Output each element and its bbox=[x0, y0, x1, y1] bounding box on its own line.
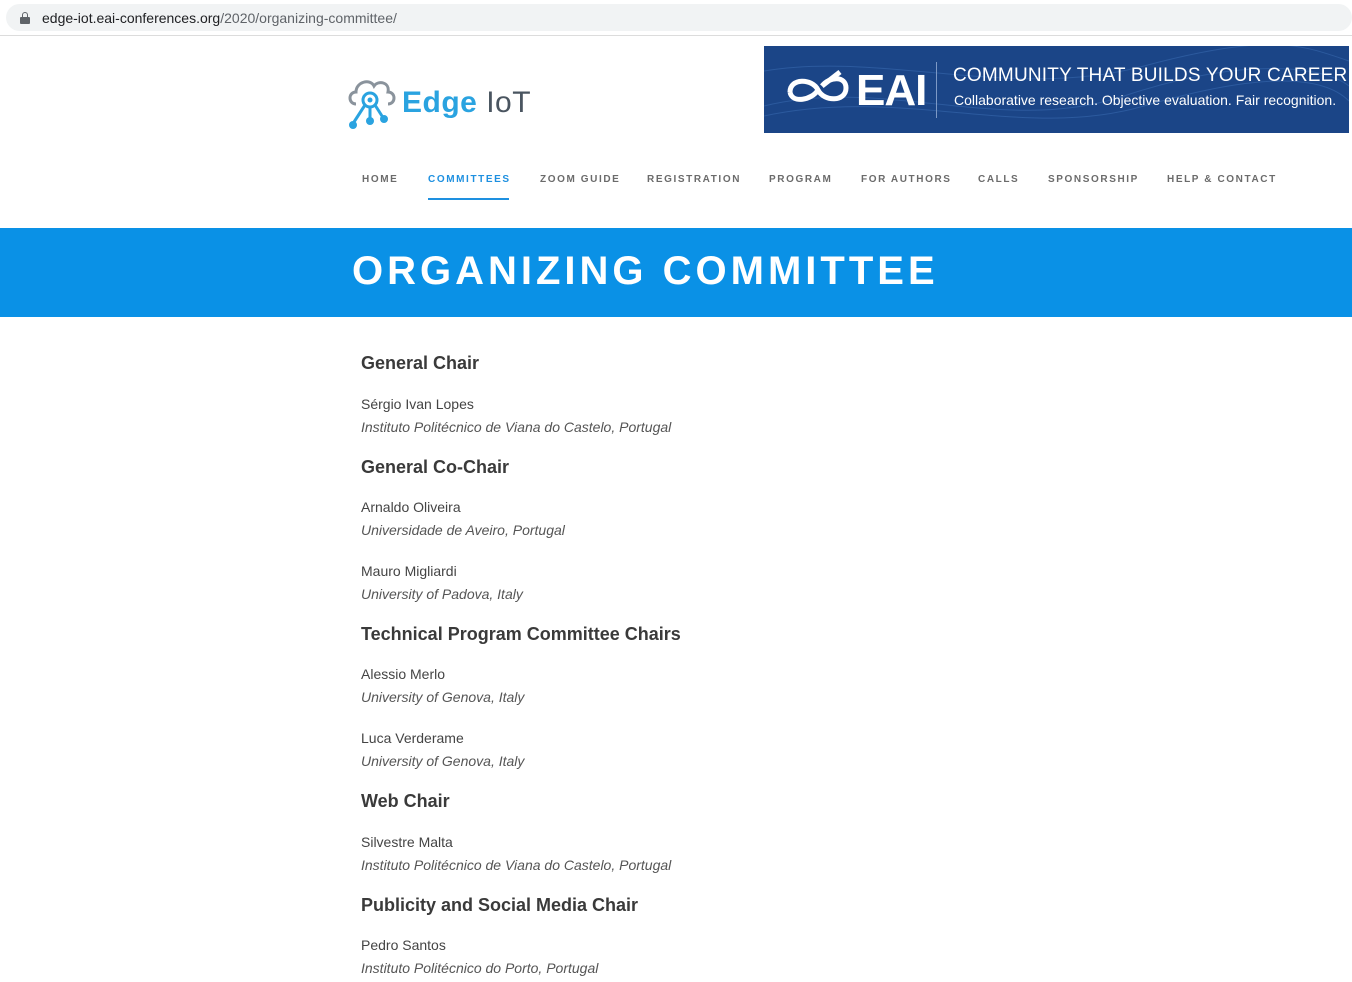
nav-sponsorship[interactable]: SPONSORSHIP bbox=[1048, 174, 1139, 185]
person-affiliation: Instituto Politécnico do Porto, Portugal bbox=[361, 960, 599, 976]
url-host: edge-iot.eai-conferences.org bbox=[42, 10, 221, 26]
cloud-network-icon bbox=[348, 80, 396, 129]
nav-home[interactable]: HOME bbox=[362, 174, 398, 185]
eai-brand: EAI bbox=[856, 66, 927, 115]
section-heading-web-chair: Web Chair bbox=[361, 791, 450, 811]
person-name: Mauro Migliardi bbox=[361, 563, 457, 579]
banner-tagline: COMMUNITY THAT BUILDS YOUR CAREER bbox=[953, 65, 1348, 86]
nav-help-contact[interactable]: HELP & CONTACT bbox=[1167, 174, 1277, 185]
person-affiliation: University of Genova, Italy bbox=[361, 689, 525, 705]
section-heading-general-chair: General Chair bbox=[361, 353, 480, 373]
person-name: Silvestre Malta bbox=[361, 834, 453, 850]
person-name: Alessio Merlo bbox=[361, 666, 446, 682]
browser-address-bar: edge-iot.eai-conferences.org/2020/organi… bbox=[0, 0, 1352, 36]
nav-active-indicator bbox=[428, 198, 509, 200]
section-heading-general-co-chair: General Co-Chair bbox=[361, 457, 510, 477]
person-name: Arnaldo Oliveira bbox=[361, 499, 461, 515]
person-affiliation: Instituto Politécnico de Viana do Castel… bbox=[361, 857, 672, 873]
edge-iot-logo[interactable]: Edge IoT bbox=[346, 74, 558, 132]
eai-infinity-icon bbox=[787, 70, 849, 102]
person-name: Sérgio Ivan Lopes bbox=[361, 396, 474, 412]
nav-zoom-guide[interactable]: ZOOM GUIDE bbox=[540, 174, 620, 185]
main-nav: HOME COMMITTEES ZOOM GUIDE REGISTRATION … bbox=[0, 174, 1352, 204]
page-title-band: ORGANIZING COMMITTEE bbox=[0, 228, 1352, 317]
nav-for-authors[interactable]: FOR AUTHORS bbox=[861, 174, 952, 185]
person-name: Pedro Santos bbox=[361, 937, 446, 953]
banner-divider bbox=[936, 62, 937, 118]
person-name: Luca Verderame bbox=[361, 730, 464, 746]
nav-committees[interactable]: COMMITTEES bbox=[428, 174, 511, 185]
logo-text: Edge IoT bbox=[402, 86, 532, 119]
url-path: /2020/organizing-committee/ bbox=[220, 10, 397, 26]
person-affiliation: University of Padova, Italy bbox=[361, 586, 523, 602]
eai-banner[interactable]: EAI COMMUNITY THAT BUILDS YOUR CAREER Co… bbox=[764, 46, 1349, 133]
section-heading-publicity-chair: Publicity and Social Media Chair bbox=[361, 895, 639, 915]
url-text[interactable]: edge-iot.eai-conferences.org/2020/organi… bbox=[42, 10, 397, 26]
lock-icon[interactable] bbox=[20, 12, 30, 24]
nav-calls[interactable]: CALLS bbox=[978, 174, 1019, 185]
page-title: ORGANIZING COMMITTEE bbox=[352, 249, 939, 293]
nav-program[interactable]: PROGRAM bbox=[769, 174, 832, 185]
url-field[interactable]: edge-iot.eai-conferences.org/2020/organi… bbox=[6, 4, 1352, 31]
banner-subline: Collaborative research. Objective evalua… bbox=[954, 92, 1337, 108]
person-affiliation: Universidade de Aveiro, Portugal bbox=[361, 522, 565, 538]
person-affiliation: Instituto Politécnico de Viana do Castel… bbox=[361, 419, 672, 435]
section-heading-tpc-chairs: Technical Program Committee Chairs bbox=[361, 624, 681, 644]
nav-registration[interactable]: REGISTRATION bbox=[647, 174, 741, 185]
person-affiliation: University of Genova, Italy bbox=[361, 753, 525, 769]
